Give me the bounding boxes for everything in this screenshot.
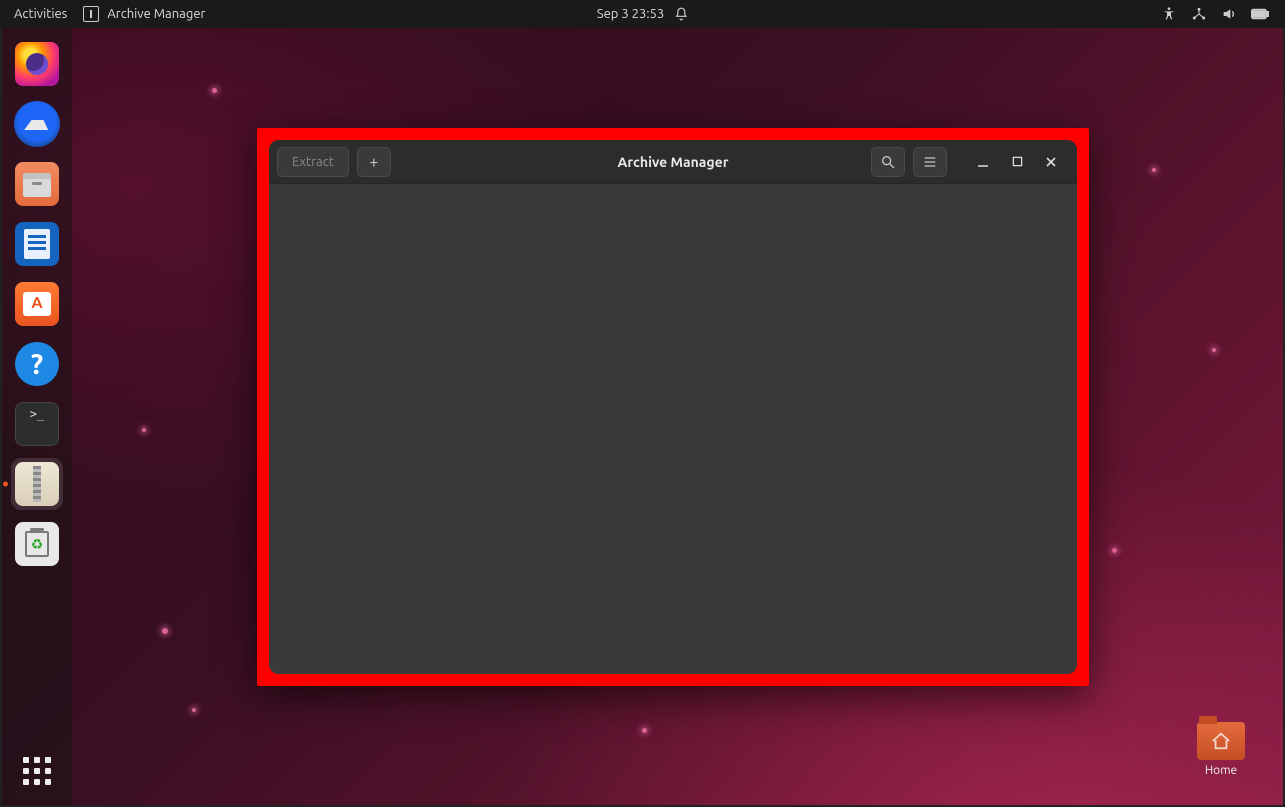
network-icon[interactable] xyxy=(1191,6,1207,22)
wallpaper-star xyxy=(1112,548,1117,553)
activities-button[interactable]: Activities xyxy=(14,7,67,21)
dock: ? >_ ♻ xyxy=(2,28,72,805)
archive-icon xyxy=(15,462,59,506)
notification-bell-icon xyxy=(674,7,688,21)
selection-highlight: Extract + Archive Manager xyxy=(257,128,1089,686)
grid-icon xyxy=(23,757,51,785)
topbar-app-name: Archive Manager xyxy=(107,7,205,21)
extract-button[interactable]: Extract xyxy=(277,147,349,177)
trash-icon: ♻ xyxy=(15,522,59,566)
window-title: Archive Manager xyxy=(618,154,729,170)
writer-icon xyxy=(15,222,59,266)
dock-files[interactable] xyxy=(11,158,63,210)
dock-thunderbird[interactable] xyxy=(11,98,63,150)
wallpaper-star xyxy=(212,88,217,93)
wallpaper-star xyxy=(1152,168,1156,172)
wallpaper-star xyxy=(142,428,146,432)
files-icon xyxy=(15,162,59,206)
desktop-home-label: Home xyxy=(1205,764,1237,777)
minimize-icon xyxy=(977,156,989,168)
topbar-app-indicator[interactable]: Archive Manager xyxy=(83,6,205,22)
dock-ubuntu-software[interactable] xyxy=(11,278,63,330)
terminal-icon: >_ xyxy=(15,402,59,446)
search-icon xyxy=(880,154,896,170)
plus-icon: + xyxy=(369,153,378,171)
accessibility-icon[interactable] xyxy=(1161,6,1177,22)
wallpaper-star xyxy=(162,628,168,634)
volume-icon[interactable] xyxy=(1221,6,1237,22)
clock-text: Sep 3 23:53 xyxy=(597,7,664,21)
thunderbird-icon xyxy=(14,101,60,147)
minimize-button[interactable] xyxy=(973,152,993,172)
dock-archive-manager[interactable] xyxy=(11,458,63,510)
dock-firefox[interactable] xyxy=(11,38,63,90)
archive-manager-window: Extract + Archive Manager xyxy=(269,140,1077,674)
maximize-icon xyxy=(1012,156,1023,167)
hamburger-menu-button[interactable] xyxy=(913,147,947,177)
firefox-icon xyxy=(15,42,59,86)
clock[interactable]: Sep 3 23:53 xyxy=(597,7,688,21)
archive-app-icon xyxy=(83,6,99,22)
search-button[interactable] xyxy=(871,147,905,177)
help-icon: ? xyxy=(15,342,59,386)
wallpaper-star xyxy=(1212,348,1216,352)
close-button[interactable] xyxy=(1041,152,1061,172)
battery-icon[interactable] xyxy=(1251,7,1269,21)
software-icon xyxy=(15,282,59,326)
wallpaper-star xyxy=(642,728,647,733)
dock-libreoffice-writer[interactable] xyxy=(11,218,63,270)
hamburger-icon xyxy=(922,154,938,170)
wallpaper-star xyxy=(192,708,196,712)
dock-help[interactable]: ? xyxy=(11,338,63,390)
desktop-home-folder[interactable]: Home xyxy=(1191,722,1251,777)
dock-terminal[interactable]: >_ xyxy=(11,398,63,450)
dock-trash[interactable]: ♻ xyxy=(11,518,63,570)
headerbar: Extract + Archive Manager xyxy=(269,140,1077,184)
archive-content-area[interactable] xyxy=(269,184,1077,674)
folder-icon xyxy=(1197,722,1245,760)
show-applications-button[interactable] xyxy=(11,745,63,797)
close-icon xyxy=(1045,156,1057,168)
maximize-button[interactable] xyxy=(1007,152,1027,172)
desktop: ? >_ ♻ Home Extract + Arch xyxy=(0,28,1285,807)
add-files-button[interactable]: + xyxy=(357,147,391,177)
top-bar: Activities Archive Manager Sep 3 23:53 xyxy=(0,0,1285,28)
